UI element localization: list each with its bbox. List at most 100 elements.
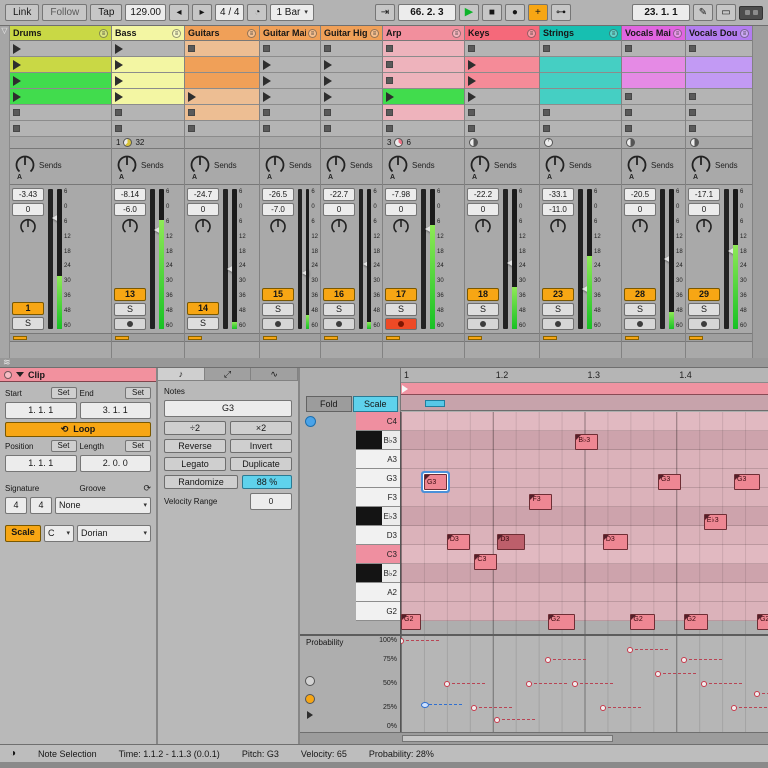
clip-slot[interactable]: [185, 89, 259, 105]
midi-note[interactable]: D3: [602, 534, 628, 550]
volume-display[interactable]: -20.5: [624, 188, 656, 201]
clip-stop-icon[interactable]: [386, 109, 393, 116]
fold-button[interactable]: Fold: [306, 396, 352, 412]
midi-note[interactable]: G2: [683, 614, 709, 630]
play-button[interactable]: ▶: [458, 4, 479, 21]
arm-button[interactable]: [542, 318, 574, 330]
reverse-button[interactable]: Reverse: [164, 439, 226, 453]
track-header[interactable]: Vocals Doubl≡: [686, 26, 752, 41]
root-note-select[interactable]: C ▾: [44, 525, 74, 542]
probability-marker[interactable]: [731, 705, 738, 711]
crossfade-assign[interactable]: [13, 335, 27, 340]
arm-button[interactable]: [323, 318, 355, 330]
crossfade-assign[interactable]: [324, 335, 338, 340]
clip-slot[interactable]: [383, 89, 464, 105]
clip-stop-icon[interactable]: [324, 45, 331, 52]
volume-display[interactable]: -22.7: [323, 188, 355, 201]
clip-slot[interactable]: [260, 41, 320, 57]
volume-display[interactable]: -24.7: [187, 188, 219, 201]
pan-display[interactable]: 0: [385, 203, 417, 216]
track-header[interactable]: Arp ≡: [383, 26, 464, 41]
clip-play-icon[interactable]: [324, 75, 332, 86]
volume-fader[interactable]: [503, 189, 514, 329]
status-toggle-icon[interactable]: ◑: [10, 748, 16, 759]
midi-note[interactable]: D3: [497, 534, 525, 550]
volume-display[interactable]: -3.43: [12, 188, 44, 201]
loop-button[interactable]: ⟲ Loop: [5, 422, 151, 437]
crossfade-assign[interactable]: [543, 335, 557, 340]
groove-select[interactable]: None ▾: [55, 497, 151, 514]
piano-key[interactable]: C3: [356, 545, 400, 564]
clip-length-value[interactable]: 2. 0. 0: [79, 455, 151, 472]
clip-slot[interactable]: [465, 89, 539, 105]
clip-stop-icon[interactable]: [115, 109, 122, 116]
crossfade-assign[interactable]: [188, 335, 202, 340]
piano-key[interactable]: A3: [356, 450, 400, 469]
track-header[interactable]: Guitars ≡: [185, 26, 259, 41]
midi-note[interactable]: G3: [657, 474, 681, 490]
clip-slot[interactable]: [383, 41, 464, 57]
track-fold-icon[interactable]: ≡: [172, 28, 181, 38]
pan-display[interactable]: 0: [467, 203, 499, 216]
probability-marker[interactable]: [700, 681, 707, 687]
volume-fader[interactable]: [359, 189, 370, 329]
clip-slot[interactable]: [10, 73, 111, 89]
quantization-menu[interactable]: 1 Bar ▾: [270, 4, 314, 21]
volume-display[interactable]: -22.2: [467, 188, 499, 201]
crossfade-assign[interactable]: [625, 335, 639, 340]
clip-stop-icon[interactable]: [625, 93, 632, 100]
clip-slot[interactable]: [10, 41, 111, 57]
pan-display[interactable]: -6.0: [114, 203, 146, 216]
midi-note[interactable]: E♭3: [703, 514, 727, 530]
pan-knob[interactable]: [19, 218, 37, 239]
clip-slot[interactable]: [321, 105, 382, 121]
track-number-display[interactable]: 1: [12, 302, 44, 315]
track-header[interactable]: Guitar High≡: [321, 26, 382, 41]
clip-slot[interactable]: [686, 41, 752, 57]
clip-stop-icon[interactable]: [468, 45, 475, 52]
scale-button[interactable]: Scale: [352, 396, 398, 412]
clip-slot[interactable]: [686, 57, 752, 73]
volume-fader[interactable]: [660, 189, 671, 329]
pan-display[interactable]: 0: [12, 203, 44, 216]
clip-play-icon[interactable]: [324, 59, 332, 70]
stop-button[interactable]: ■: [481, 4, 502, 21]
clip-slot[interactable]: [260, 105, 320, 121]
solo-button[interactable]: S: [323, 303, 355, 316]
pan-knob[interactable]: [631, 218, 649, 239]
clip-slot[interactable]: [185, 73, 259, 89]
arm-button[interactable]: [688, 318, 720, 330]
probability-editor[interactable]: [400, 636, 768, 732]
beat-ruler[interactable]: 1 1.2 1.3 1.4: [401, 368, 768, 383]
probability-marker[interactable]: [526, 681, 533, 687]
clip-slot[interactable]: [465, 105, 539, 121]
clip-start-value[interactable]: 1. 1. 1: [5, 402, 77, 419]
clip-slot[interactable]: [112, 105, 184, 121]
set-end-button[interactable]: Set: [125, 387, 151, 399]
solo-button[interactable]: S: [688, 303, 720, 316]
nudge-down-button[interactable]: ◂: [168, 4, 189, 21]
volume-display[interactable]: -26.5: [262, 188, 294, 201]
midi-note[interactable]: G2: [401, 614, 422, 630]
crossfade-assign[interactable]: [263, 335, 277, 340]
pan-knob[interactable]: [549, 218, 567, 239]
clip-slot[interactable]: [112, 89, 184, 105]
clip-stop-icon[interactable]: [689, 45, 696, 52]
midi-note[interactable]: G3: [734, 474, 760, 490]
metronome-toggle[interactable]: ◔: [247, 4, 268, 21]
clip-stop-icon[interactable]: [188, 45, 195, 52]
pan-display[interactable]: 0: [187, 203, 219, 216]
track-header[interactable]: Keys ≡: [465, 26, 539, 41]
clip-play-icon[interactable]: [115, 75, 123, 86]
track-number-display[interactable]: 14: [187, 302, 219, 315]
track-header[interactable]: Bass ≡: [112, 26, 184, 41]
piano-key[interactable]: F3: [356, 488, 400, 507]
tempo-display[interactable]: 129.00: [125, 4, 166, 21]
clip-play-icon[interactable]: [263, 91, 271, 102]
clip-slot[interactable]: [321, 41, 382, 57]
clip-stop-icon[interactable]: [689, 125, 696, 132]
clip-slot[interactable]: [622, 105, 685, 121]
piano-key[interactable]: B♭2: [356, 564, 400, 583]
clip-stop-icon[interactable]: [625, 109, 632, 116]
clip-play-icon[interactable]: [386, 91, 394, 102]
